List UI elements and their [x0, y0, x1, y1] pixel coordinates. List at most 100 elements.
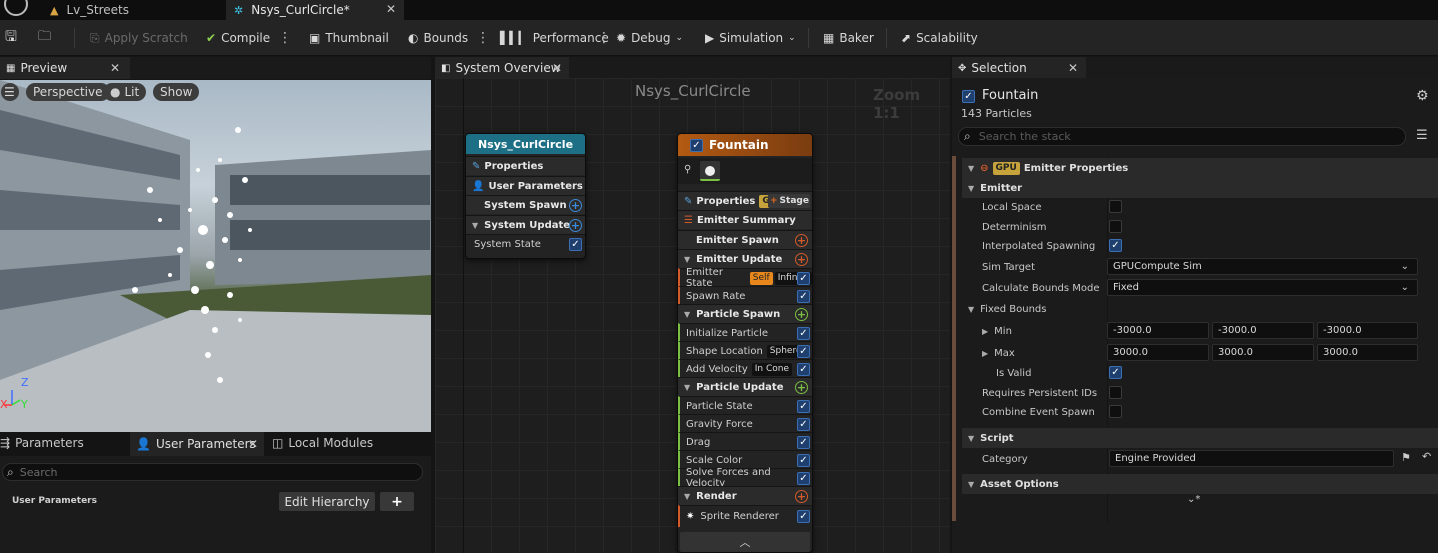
add-emitter-spawn-icon[interactable]: +	[795, 234, 808, 247]
initialize-particle-checkbox[interactable]: ✓	[797, 327, 810, 340]
particle-state-checkbox[interactable]: ✓	[797, 400, 810, 413]
category-field[interactable]: Engine Provided	[1109, 450, 1394, 467]
emitter-thumbnail[interactable]	[700, 161, 720, 181]
save-button[interactable]: 🖫	[5, 20, 17, 56]
selection-emitter-checkbox[interactable]: ✓	[962, 90, 975, 103]
system-node[interactable]: Nsys_CurlCircle ✎ Properties 👤 User Para…	[465, 133, 586, 259]
bounds-button[interactable]: ◐ Bounds	[408, 20, 468, 56]
filter-icon[interactable]: ☰	[1416, 128, 1428, 143]
apply-scratch-button[interactable]: ⎘ Apply Scratch	[90, 20, 188, 56]
system-spawn-row[interactable]: System Spawn +	[466, 195, 585, 214]
tab-preview[interactable]: ▦ Preview ✕	[0, 57, 130, 79]
solve-forces-row[interactable]: Solve Forces and Velocity ✓	[678, 467, 812, 489]
system-properties-row[interactable]: ✎ Properties	[466, 156, 585, 175]
sprite-renderer-row[interactable]: ✷ Sprite Renderer ✓	[678, 505, 812, 527]
close-user-parameters-icon[interactable]: ✕	[248, 437, 258, 451]
shape-location-row[interactable]: Shape Location Sphere ✓	[678, 341, 812, 360]
emitter-properties-row[interactable]: ✎ Properties GPU + Stage	[678, 191, 812, 210]
settings-gear-icon[interactable]: ⚙	[1416, 88, 1429, 104]
emitter-enabled-checkbox[interactable]: ✓	[690, 138, 703, 152]
tab-local-modules[interactable]: ◫ Local Modules	[272, 436, 373, 450]
expand-more-icon[interactable]: ⌄*	[1187, 494, 1200, 505]
add-system-update-icon[interactable]: +	[569, 219, 582, 232]
gravity-force-checkbox[interactable]: ✓	[797, 418, 810, 431]
requires-persistent-ids-checkbox[interactable]	[1109, 386, 1122, 399]
preview-viewport[interactable]: Z X Y ☰ Perspective ● Lit Show	[0, 80, 431, 432]
is-valid-checkbox[interactable]: ✓	[1109, 366, 1122, 379]
scalability-button[interactable]: ⬈ Scalability	[901, 20, 978, 56]
sprite-renderer-checkbox[interactable]: ✓	[797, 510, 810, 523]
baker-button[interactable]: ▦ Baker	[823, 20, 874, 56]
render-row[interactable]: ▼ Render +	[678, 486, 812, 505]
emitter-state-row[interactable]: Emitter State Self Infinite ✓	[678, 267, 812, 289]
performance-button[interactable]: ▌▍▎ Performance	[500, 20, 609, 56]
max-z-field[interactable]: 3000.0	[1317, 344, 1418, 361]
edit-hierarchy-button[interactable]: Edit Hierarchy	[279, 492, 375, 511]
tab-level[interactable]: ▲ Lv_Streets	[50, 0, 220, 20]
collapse-node-button[interactable]: ︿	[680, 532, 810, 552]
emitter-state-checkbox[interactable]: ✓	[797, 272, 810, 285]
lit-button[interactable]: ● Lit	[103, 83, 147, 101]
min-z-field[interactable]: -3000.0	[1317, 322, 1418, 339]
emitter-update-row[interactable]: ▼ Emitter Update +	[678, 249, 812, 268]
system-overview-graph[interactable]: Nsys_CurlCircle Zoom 1:1 Nsys_CurlCircle…	[435, 78, 950, 553]
particle-spawn-row[interactable]: ▼ Particle Spawn +	[678, 304, 812, 323]
interpolated-spawning-checkbox[interactable]: ✓	[1109, 239, 1122, 252]
max-y-field[interactable]: 3000.0	[1212, 344, 1314, 361]
particle-update-row[interactable]: ▼ Particle Update +	[678, 377, 812, 396]
min-x-field[interactable]: -3000.0	[1107, 322, 1209, 339]
min-y-field[interactable]: -3000.0	[1212, 322, 1314, 339]
tab-niagara-system[interactable]: ✲ Nsys_CurlCircle* ✕	[226, 0, 404, 20]
spawn-rate-row[interactable]: Spawn Rate ✓	[678, 286, 812, 305]
performance-options-icon[interactable]: ⋮	[597, 28, 611, 48]
solve-forces-checkbox[interactable]: ✓	[797, 472, 810, 485]
compile-options-icon[interactable]: ⋮	[278, 28, 292, 48]
perspective-button[interactable]: Perspective	[26, 83, 110, 101]
script-category[interactable]: ▼ Script	[962, 428, 1438, 448]
system-state-checkbox[interactable]: ✓	[569, 238, 582, 251]
add-system-spawn-icon[interactable]: +	[569, 199, 582, 212]
stack-search-input[interactable]: ⌕ Search the stack	[958, 127, 1406, 146]
flag-icon[interactable]: ⚑	[1401, 451, 1411, 464]
fixed-bounds-row[interactable]: ▼ Fixed Bounds	[962, 299, 1438, 319]
local-space-checkbox[interactable]	[1109, 200, 1122, 213]
show-button[interactable]: Show	[153, 83, 200, 101]
system-update-row[interactable]: ▼ System Update +	[466, 215, 585, 234]
emitter-summary-row[interactable]: ☰ Emitter Summary	[678, 210, 812, 229]
simulation-button[interactable]: ▶ Simulation ⌄	[705, 20, 796, 56]
add-particle-spawn-icon[interactable]: +	[795, 308, 808, 321]
bounds-options-icon[interactable]: ⋮	[476, 28, 490, 48]
spawn-rate-checkbox[interactable]: ✓	[797, 290, 810, 303]
browse-button[interactable]: 🗀	[38, 20, 51, 56]
tab-user-parameters[interactable]: 👤 User Parameters ✕	[130, 432, 264, 456]
emitter-node[interactable]: ✓ Fountain ⚲ ✎ Properties GPU + Stage ☰	[677, 133, 813, 553]
add-particle-update-icon[interactable]: +	[795, 381, 808, 394]
drag-row[interactable]: Drag ✓	[678, 432, 812, 451]
scale-color-checkbox[interactable]: ✓	[797, 454, 810, 467]
calc-bounds-mode-dropdown[interactable]: Fixed ⌄	[1107, 279, 1418, 296]
system-user-parameters-row[interactable]: 👤 User Parameters	[466, 176, 585, 195]
viewport-menu-button[interactable]: ☰	[1, 83, 19, 101]
add-parameter-button[interactable]: +	[380, 492, 414, 511]
close-overview-icon[interactable]: ✕	[552, 61, 562, 75]
tab-system-overview[interactable]: ◧ System Overview ✕	[435, 57, 569, 79]
unreal-logo-icon[interactable]	[4, 0, 28, 16]
add-emitter-update-icon[interactable]: +	[795, 253, 808, 266]
close-tab-icon[interactable]: ✕	[386, 2, 396, 16]
emitter-properties-header[interactable]: ▼ ⊖ GPU Emitter Properties	[962, 158, 1438, 178]
initialize-particle-row[interactable]: Initialize Particle ✓	[678, 323, 812, 342]
tab-parameters[interactable]: ⇶ Parameters	[0, 436, 84, 450]
max-x-field[interactable]: 3000.0	[1107, 344, 1209, 361]
gravity-force-row[interactable]: Gravity Force ✓	[678, 414, 812, 433]
tab-selection[interactable]: ✥ Selection ✕	[952, 57, 1086, 79]
reset-arrow-icon[interactable]: ↶	[1422, 450, 1431, 463]
system-state-row[interactable]: System State ✓	[466, 234, 585, 253]
thumbnail-button[interactable]: ▣ Thumbnail	[309, 20, 389, 56]
close-selection-icon[interactable]: ✕	[1068, 61, 1078, 75]
asset-options-category[interactable]: ▼ Asset Options	[962, 474, 1438, 494]
add-stage-button[interactable]: + Stage	[768, 194, 810, 208]
add-velocity-checkbox[interactable]: ✓	[797, 363, 810, 376]
compile-button[interactable]: ✔ Compile	[206, 20, 270, 56]
determinism-checkbox[interactable]	[1109, 220, 1122, 233]
combine-event-spawn-checkbox[interactable]	[1109, 405, 1122, 418]
